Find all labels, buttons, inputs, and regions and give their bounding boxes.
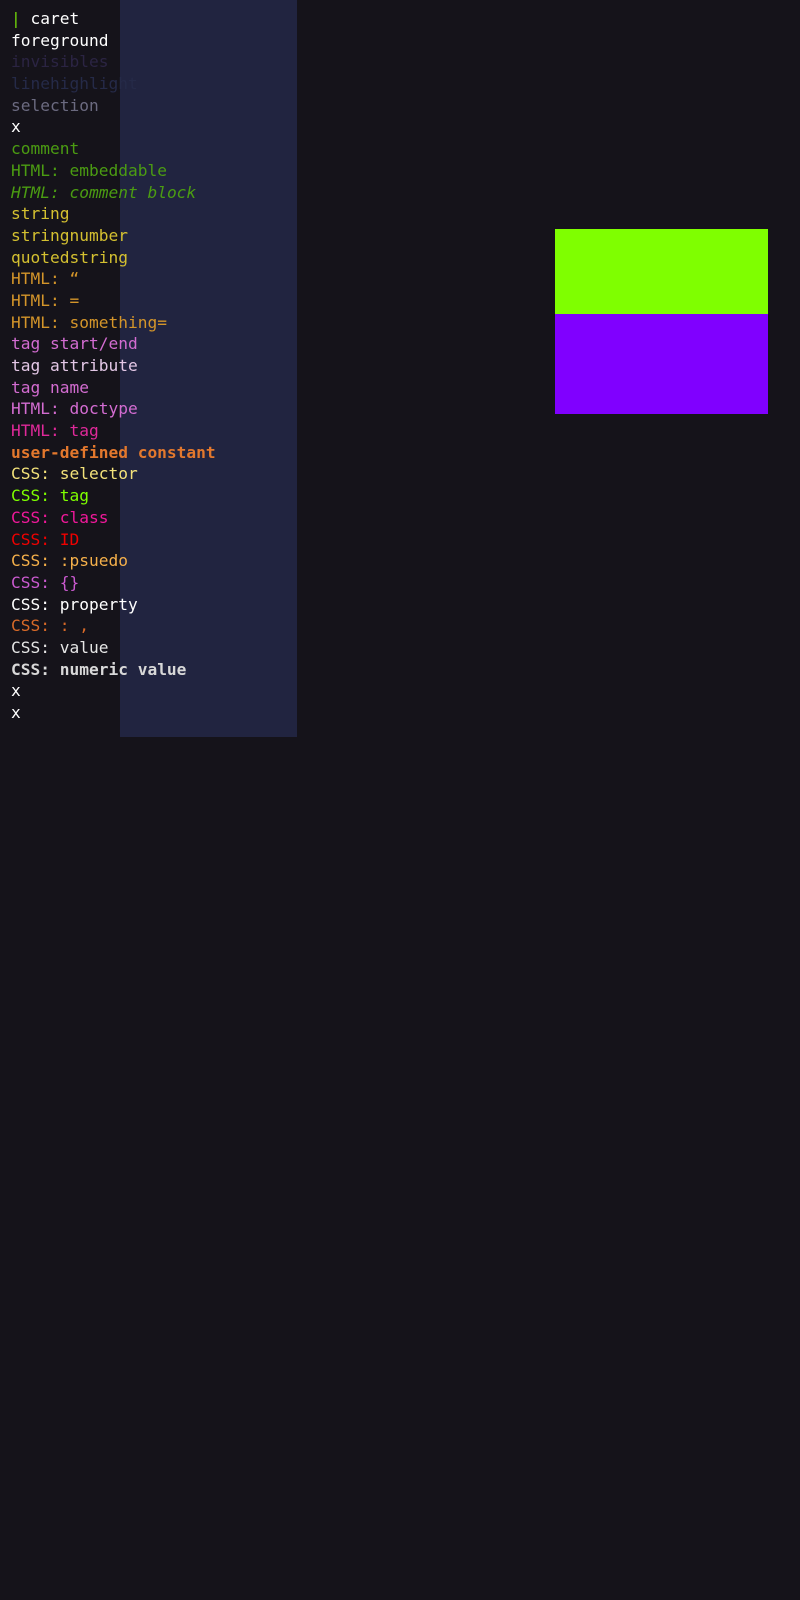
sample-line: user-defined constant — [11, 442, 216, 464]
sample-line: comment — [11, 138, 216, 160]
line-text: invisibles — [11, 52, 109, 72]
sample-line: CSS: value — [11, 637, 216, 659]
line-text: tag name — [11, 377, 89, 397]
line-prefix: HTML: — [11, 399, 70, 419]
line-text: numeric value — [59, 659, 187, 679]
sample-line: x — [11, 702, 216, 724]
line-prefix: HTML: — [11, 290, 70, 310]
line-prefix: HTML: — [11, 421, 70, 441]
sample-line: tag start/end — [11, 333, 216, 355]
sample-line: HTML: tag — [11, 420, 216, 442]
sample-line: CSS: :psuedo — [11, 550, 216, 572]
color-swatch-top — [555, 229, 768, 314]
line-text: value — [59, 637, 109, 657]
sample-line: HTML: “ — [11, 268, 216, 290]
caret-icon: | — [11, 9, 31, 28]
line-text: selection — [11, 95, 99, 115]
line-prefix: HTML: — [11, 269, 70, 289]
sample-line: HTML: doctype — [11, 398, 216, 420]
sample-line: HTML: = — [11, 290, 216, 312]
line-text: tag — [59, 486, 89, 506]
sample-line: HTML: comment block — [11, 182, 216, 204]
line-text: = — [69, 290, 80, 310]
line-text: comment block — [69, 182, 197, 202]
sample-line: foreground — [11, 30, 216, 52]
line-prefix: CSS: — [11, 572, 60, 592]
line-text: property — [59, 594, 138, 614]
line-text: selector — [59, 464, 138, 484]
line-prefix: CSS: — [11, 616, 60, 636]
line-text: ID — [59, 529, 80, 549]
line-text: string — [11, 204, 70, 224]
line-prefix: HTML: — [11, 160, 70, 180]
sample-line: string — [11, 203, 216, 225]
line-text: foreground — [11, 30, 109, 50]
sample-line: CSS: {} — [11, 572, 216, 594]
line-text: caret — [30, 9, 80, 28]
color-swatch-bottom — [555, 314, 768, 414]
line-prefix: CSS: — [11, 637, 60, 657]
line-text: class — [59, 507, 109, 527]
line-text: user-defined constant — [11, 442, 216, 462]
sample-lines: | caret foreground invisibles linehighlight… — [11, 8, 216, 724]
line-text: comment — [11, 139, 80, 159]
line-prefix: CSS: — [11, 551, 60, 571]
line-text: something= — [69, 312, 167, 332]
sample-line: invisibles — [11, 51, 216, 73]
sample-line: x — [11, 680, 216, 702]
line-prefix: CSS: — [11, 507, 60, 527]
sample-line: CSS: numeric value — [11, 659, 216, 681]
line-text: x — [11, 117, 21, 137]
sample-line: CSS: : , — [11, 615, 216, 637]
line-text: embeddable — [69, 160, 167, 180]
line-text: x — [11, 681, 21, 701]
line-text: “ — [69, 269, 80, 289]
line-text: tag start/end — [11, 334, 138, 354]
line-text: tag — [69, 421, 99, 441]
sample-line: tag name — [11, 377, 216, 399]
sample-line: stringnumber — [11, 225, 216, 247]
sample-line: quotedstring — [11, 247, 216, 269]
line-text: tag attribute — [11, 356, 138, 375]
line-text: :psuedo — [59, 551, 128, 571]
sample-line: CSS: ID — [11, 529, 216, 551]
line-prefix: CSS: — [11, 486, 60, 506]
sample-line: linehighlight — [11, 73, 216, 95]
line-prefix: HTML: — [11, 182, 70, 202]
sample-line: CSS: property — [11, 594, 216, 616]
line-text: quotedstring — [11, 247, 128, 267]
sample-line: tag attribute — [11, 355, 216, 377]
line-text: doctype — [69, 399, 138, 419]
line-text: x — [11, 703, 21, 722]
line-prefix: CSS: — [11, 594, 60, 614]
line-text: stringnumber — [11, 225, 128, 245]
line-prefix: CSS: — [11, 464, 60, 484]
sample-line: | caret — [11, 8, 216, 30]
line-prefix: CSS: — [11, 529, 60, 549]
sample-line: selection — [11, 95, 216, 117]
sample-line: CSS: selector — [11, 463, 216, 485]
line-text: : , — [59, 616, 89, 636]
sample-line: CSS: tag — [11, 485, 216, 507]
line-prefix: HTML: — [11, 312, 70, 332]
line-prefix: CSS: — [11, 659, 60, 679]
line-text: {} — [59, 572, 80, 592]
sample-line: CSS: class — [11, 507, 216, 529]
line-text: linehighlight — [11, 74, 138, 94]
sample-line: HTML: embeddable — [11, 160, 216, 182]
sample-line: x — [11, 116, 216, 138]
sample-line: HTML: something= — [11, 312, 216, 334]
